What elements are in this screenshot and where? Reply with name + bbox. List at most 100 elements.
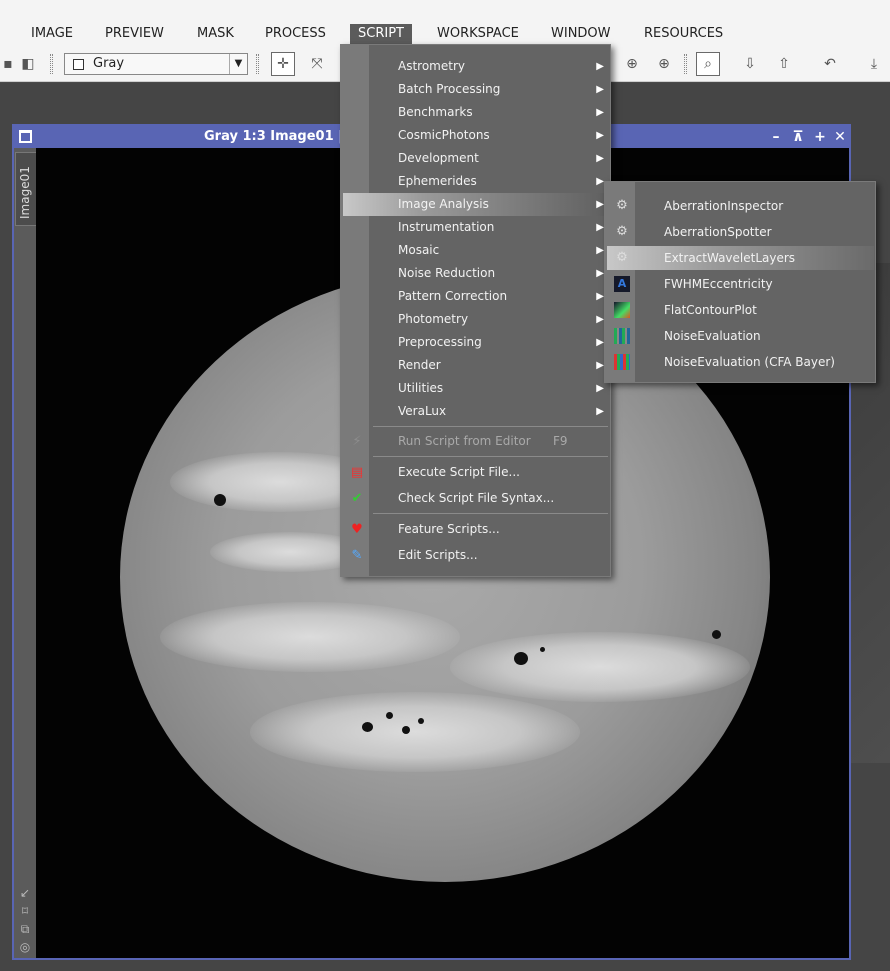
- toolbar-grip-2[interactable]: [256, 54, 259, 74]
- menu-item-batch-processing[interactable]: Batch Processing ▶: [343, 78, 610, 101]
- submenu-arrow-icon: ▶: [596, 153, 604, 164]
- toolbar-grip-3[interactable]: [684, 54, 687, 74]
- menu-item-shortcut: F9: [553, 434, 568, 448]
- submenu-arrow-icon: ▶: [596, 176, 604, 187]
- menu-item-pattern-correction[interactable]: Pattern Correction ▶: [343, 285, 610, 308]
- fit-view-icon[interactable]: ⤧: [305, 52, 329, 76]
- menu-item-execute-script[interactable]: ▤ Execute Script File...: [343, 461, 610, 484]
- maximize-icon[interactable]: +: [812, 126, 828, 148]
- lightning-icon: ⚡: [352, 434, 362, 449]
- store-preview-icon[interactable]: ⇩: [738, 52, 762, 76]
- menu-item-label: Instrumentation: [398, 220, 495, 234]
- menu-item-label: Benchmarks: [398, 105, 473, 119]
- window-menu-icon[interactable]: [19, 130, 32, 143]
- submenu-item-label: AberrationInspector: [664, 199, 784, 213]
- menu-item-edit-scripts[interactable]: ✎ Edit Scripts...: [343, 544, 610, 567]
- menu-item-ephemerides[interactable]: Ephemerides ▶: [343, 170, 610, 193]
- submenu-item-label: FlatContourPlot: [664, 303, 757, 317]
- menu-item-mosaic[interactable]: Mosaic ▶: [343, 239, 610, 262]
- menu-item-instrumentation[interactable]: Instrumentation ▶: [343, 216, 610, 239]
- submenu-item-flat-contour-plot[interactable]: FlatContourPlot: [607, 298, 874, 322]
- chevron-down-icon[interactable]: ▼: [229, 54, 247, 74]
- submenu-arrow-icon: ▶: [596, 268, 604, 279]
- submenu-item-noise-evaluation-cfa[interactable]: NoiseEvaluation (CFA Bayer): [607, 350, 874, 374]
- minimize-icon[interactable]: –: [768, 126, 784, 148]
- add-preview-icon[interactable]: ⊕: [620, 52, 644, 76]
- identifier-icon[interactable]: ⌑: [18, 904, 32, 918]
- submenu-arrow-icon: ▶: [596, 337, 604, 348]
- submenu-item-noise-evaluation[interactable]: NoiseEvaluation: [607, 324, 874, 348]
- menu-item-label: Check Script File Syntax...: [398, 491, 555, 505]
- view-tab-image01[interactable]: Image01: [15, 152, 36, 226]
- menu-item-benchmarks[interactable]: Benchmarks ▶: [343, 101, 610, 124]
- menu-item-label: Run Script from Editor: [398, 434, 531, 448]
- menu-process[interactable]: PROCESS: [257, 24, 334, 46]
- drag-view-icon[interactable]: ↙: [18, 886, 32, 900]
- toolbar-grip[interactable]: [50, 54, 53, 74]
- undo-preview-icon[interactable]: ↶: [818, 52, 842, 76]
- submenu-item-label: NoiseEvaluation: [664, 329, 761, 343]
- clone-view-icon[interactable]: ⧉: [18, 922, 32, 936]
- menu-workspace[interactable]: WORKSPACE: [429, 24, 527, 46]
- menu-item-label: Batch Processing: [398, 82, 501, 96]
- submenu-arrow-icon: ▶: [596, 291, 604, 302]
- feature-scripts-icon: ♥: [351, 522, 363, 537]
- menu-item-label: VeraLux: [398, 404, 447, 418]
- menu-item-render[interactable]: Render ▶: [343, 354, 610, 377]
- menu-item-check-syntax[interactable]: ✔ Check Script File Syntax...: [343, 487, 610, 510]
- color-space-select[interactable]: Gray ▼: [64, 53, 248, 75]
- submenu-arrow-icon: ▶: [596, 199, 604, 210]
- menubar: IMAGE PREVIEW MASK PROCESS SCRIPT WORKSP…: [0, 0, 890, 46]
- menu-item-label: Preprocessing: [398, 335, 482, 349]
- menu-item-label: Noise Reduction: [398, 266, 496, 280]
- shade-icon[interactable]: ⊼: [790, 126, 806, 148]
- menu-item-astrometry[interactable]: Astrometry ▶: [343, 55, 610, 78]
- menu-item-utilities[interactable]: Utilities ▶: [343, 377, 610, 400]
- submenu-item-fwhm-eccentricity[interactable]: A FWHMEccentricity: [607, 272, 874, 296]
- menu-item-label: Development: [398, 151, 479, 165]
- submenu-item-aberration-inspector[interactable]: ⚙ AberrationInspector: [607, 194, 874, 218]
- menu-item-label: CosmicPhotons: [398, 128, 490, 142]
- menu-resources[interactable]: RESOURCES: [636, 24, 731, 46]
- execute-script-icon: ▤: [350, 465, 364, 480]
- menu-item-cosmicphotons[interactable]: CosmicPhotons ▶: [343, 124, 610, 147]
- menu-mask[interactable]: MASK: [189, 24, 242, 46]
- view-info-icon[interactable]: ◎: [18, 940, 32, 954]
- submenu-item-aberration-spotter[interactable]: ⚙ AberrationSpotter: [607, 220, 874, 244]
- menu-item-label: Render: [398, 358, 441, 372]
- submenu-item-label: FWHMEccentricity: [664, 277, 773, 291]
- menu-item-label: Utilities: [398, 381, 444, 395]
- menu-window[interactable]: WINDOW: [543, 24, 619, 46]
- menu-item-label: Photometry: [398, 312, 469, 326]
- submenu-item-extract-wavelet-layers[interactable]: ⚙ ExtractWaveletLayers: [607, 246, 874, 270]
- menu-item-label: Pattern Correction: [398, 289, 508, 303]
- color-space-value: Gray: [93, 56, 125, 71]
- menu-item-development[interactable]: Development ▶: [343, 147, 610, 170]
- menu-item-feature-scripts[interactable]: ♥ Feature Scripts...: [343, 518, 610, 541]
- close-icon[interactable]: ✕: [832, 126, 848, 148]
- restore-preview-icon[interactable]: ⇧: [772, 52, 796, 76]
- menu-item-noise-reduction[interactable]: Noise Reduction ▶: [343, 262, 610, 285]
- menu-item-image-analysis[interactable]: Image Analysis ▶: [343, 193, 610, 216]
- zoom-preview-icon[interactable]: ⌕: [696, 52, 720, 76]
- view-tab-label: Image01: [18, 166, 32, 219]
- new-preview-icon[interactable]: ⊕: [652, 52, 676, 76]
- preview-extra-icon[interactable]: ⤓: [862, 52, 886, 76]
- submenu-arrow-icon: ▶: [596, 61, 604, 72]
- menu-item-preprocessing[interactable]: Preprocessing ▶: [343, 331, 610, 354]
- menu-image[interactable]: IMAGE: [23, 24, 81, 46]
- menu-item-label: Execute Script File...: [398, 465, 520, 479]
- image-analysis-submenu: ⚙ AberrationInspector ⚙ AberrationSpotte…: [604, 181, 876, 383]
- script-menu: Astrometry ▶ Batch Processing ▶ Benchmarks…: [340, 44, 611, 577]
- menu-item-label: Mosaic: [398, 243, 440, 257]
- submenu-arrow-icon: ▶: [596, 406, 604, 417]
- menu-preview[interactable]: PREVIEW: [97, 24, 172, 46]
- menu-item-photometry[interactable]: Photometry ▶: [343, 308, 610, 331]
- menu-item-label: Ephemerides: [398, 174, 477, 188]
- crosshair-icon[interactable]: ✛: [271, 52, 295, 76]
- mask-toggle-icon[interactable]: ◧: [16, 52, 40, 76]
- menu-item-veralux[interactable]: VeraLux ▶: [343, 400, 610, 423]
- submenu-item-label: AberrationSpotter: [664, 225, 772, 239]
- menu-script[interactable]: SCRIPT: [350, 24, 412, 46]
- submenu-arrow-icon: ▶: [596, 222, 604, 233]
